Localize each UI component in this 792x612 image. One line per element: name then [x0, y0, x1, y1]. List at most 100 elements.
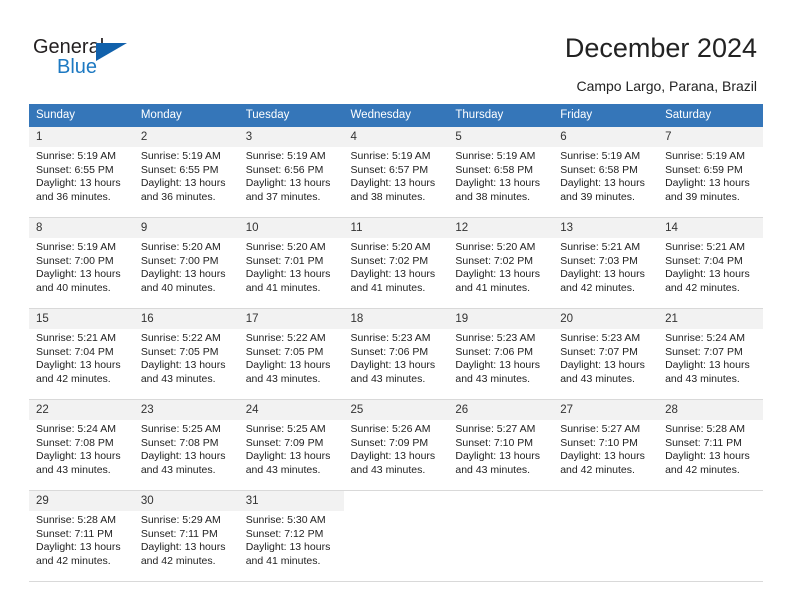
day-cell[interactable]: 17 Sunrise: 5:22 AM Sunset: 7:05 PM Dayl… — [238, 308, 344, 400]
calendar-page: General Blue December 2024 Campo Largo, … — [0, 0, 792, 612]
day-details: Sunrise: 5:19 AM Sunset: 6:58 PM Dayligh… — [553, 147, 658, 204]
day-cell[interactable]: 25 Sunrise: 5:26 AM Sunset: 7:09 PM Dayl… — [343, 399, 449, 491]
sunrise-text: Sunrise: 5:21 AM — [665, 241, 746, 253]
day-cell[interactable]: 1 Sunrise: 5:19 AM Sunset: 6:55 PM Dayli… — [29, 127, 134, 218]
sunset-text: Sunset: 7:04 PM — [665, 254, 743, 267]
day-number: 15 — [29, 309, 134, 329]
day-cell-empty — [448, 490, 554, 582]
daylight-text-line2: and 43 minutes. — [245, 372, 321, 385]
daylight-text-line1: Daylight: 13 hours — [36, 359, 121, 372]
day-cell[interactable]: 15 Sunrise: 5:21 AM Sunset: 7:04 PM Dayl… — [29, 308, 134, 400]
weekday-header-sunday: Sunday — [29, 104, 134, 127]
daylight-text-line1: Daylight: 13 hours — [455, 450, 541, 463]
sunrise-text: Sunrise: 5:23 AM — [455, 332, 536, 344]
day-number: 20 — [553, 309, 659, 329]
sunrise-text: Sunrise: 5:28 AM — [665, 423, 746, 435]
daylight-text-line2: and 43 minutes. — [455, 372, 531, 385]
weekday-header-wednesday: Wednesday — [343, 104, 449, 127]
sunset-text: Sunset: 7:09 PM — [245, 436, 324, 449]
daylight-text-line1: Daylight: 13 hours — [140, 541, 226, 554]
sunrise-text: Sunrise: 5:20 AM — [350, 241, 431, 253]
sunset-text: Sunset: 6:58 PM — [455, 163, 534, 176]
day-cell[interactable]: 20 Sunrise: 5:23 AM Sunset: 7:07 PM Dayl… — [553, 308, 659, 400]
day-number: 5 — [448, 127, 554, 147]
day-number: 12 — [448, 218, 554, 238]
day-cell[interactable]: 4 Sunrise: 5:19 AM Sunset: 6:57 PM Dayli… — [343, 127, 449, 218]
daylight-text-line2: and 43 minutes. — [350, 372, 426, 385]
day-cell[interactable]: 8 Sunrise: 5:19 AM Sunset: 7:00 PM Dayli… — [29, 217, 134, 309]
sunrise-text: Sunrise: 5:25 AM — [140, 423, 221, 435]
daylight-text-line2: and 43 minutes. — [455, 463, 531, 476]
sunrise-text: Sunrise: 5:20 AM — [245, 241, 326, 253]
day-cell[interactable]: 18 Sunrise: 5:23 AM Sunset: 7:06 PM Dayl… — [343, 308, 449, 400]
day-number: 14 — [658, 218, 763, 238]
day-cell[interactable]: 7 Sunrise: 5:19 AM Sunset: 6:59 PM Dayli… — [658, 127, 763, 218]
day-details: Sunrise: 5:19 AM Sunset: 6:57 PM Dayligh… — [344, 147, 449, 204]
daylight-text-line2: and 43 minutes. — [140, 372, 216, 385]
day-cell[interactable]: 6 Sunrise: 5:19 AM Sunset: 6:58 PM Dayli… — [553, 127, 659, 218]
day-cell[interactable]: 21 Sunrise: 5:24 AM Sunset: 7:07 PM Dayl… — [658, 308, 763, 400]
daylight-text-line2: and 42 minutes. — [665, 463, 740, 476]
day-details: Sunrise: 5:20 AM Sunset: 7:02 PM Dayligh… — [448, 238, 553, 295]
day-number: 30 — [133, 491, 239, 511]
daylight-text-line1: Daylight: 13 hours — [350, 177, 436, 190]
day-cell[interactable]: 28 Sunrise: 5:28 AM Sunset: 7:11 PM Dayl… — [658, 399, 763, 491]
day-number: 10 — [238, 218, 344, 238]
day-cell[interactable]: 9 Sunrise: 5:20 AM Sunset: 7:00 PM Dayli… — [133, 217, 239, 309]
daylight-text-line2: and 37 minutes. — [245, 190, 321, 203]
sunrise-text: Sunrise: 5:26 AM — [350, 423, 431, 435]
day-number: 8 — [29, 218, 134, 238]
day-cell[interactable]: 3 Sunrise: 5:19 AM Sunset: 6:56 PM Dayli… — [238, 127, 344, 218]
day-details: Sunrise: 5:19 AM Sunset: 6:56 PM Dayligh… — [239, 147, 344, 204]
day-cell[interactable]: 29 Sunrise: 5:28 AM Sunset: 7:11 PM Dayl… — [29, 490, 134, 582]
day-number: 23 — [133, 400, 239, 420]
daylight-text-line2: and 41 minutes. — [455, 281, 531, 294]
sunrise-text: Sunrise: 5:20 AM — [455, 241, 536, 253]
day-number — [448, 491, 554, 511]
day-cell[interactable]: 23 Sunrise: 5:25 AM Sunset: 7:08 PM Dayl… — [133, 399, 239, 491]
day-cell[interactable]: 30 Sunrise: 5:29 AM Sunset: 7:11 PM Dayl… — [133, 490, 239, 582]
brand-logo[interactable]: General Blue — [33, 36, 153, 82]
day-number: 3 — [238, 127, 344, 147]
day-cell[interactable]: 11 Sunrise: 5:20 AM Sunset: 7:02 PM Dayl… — [343, 217, 449, 309]
day-cell[interactable]: 19 Sunrise: 5:23 AM Sunset: 7:06 PM Dayl… — [448, 308, 554, 400]
sunrise-text: Sunrise: 5:19 AM — [36, 241, 116, 253]
day-cell[interactable]: 14 Sunrise: 5:21 AM Sunset: 7:04 PM Dayl… — [658, 217, 763, 309]
day-details: Sunrise: 5:28 AM Sunset: 7:11 PM Dayligh… — [29, 511, 134, 568]
day-cell[interactable]: 22 Sunrise: 5:24 AM Sunset: 7:08 PM Dayl… — [29, 399, 134, 491]
sunrise-text: Sunrise: 5:27 AM — [455, 423, 536, 435]
day-number: 1 — [29, 127, 134, 147]
day-cell[interactable]: 12 Sunrise: 5:20 AM Sunset: 7:02 PM Dayl… — [448, 217, 554, 309]
sunset-text: Sunset: 7:02 PM — [455, 254, 534, 267]
daylight-text-line2: and 43 minutes. — [350, 463, 426, 476]
sunset-text: Sunset: 6:59 PM — [665, 163, 743, 176]
day-cell[interactable]: 26 Sunrise: 5:27 AM Sunset: 7:10 PM Dayl… — [448, 399, 554, 491]
day-number: 28 — [658, 400, 763, 420]
sunset-text: Sunset: 7:07 PM — [560, 345, 638, 358]
sunset-text: Sunset: 7:11 PM — [665, 436, 742, 449]
sunrise-text: Sunrise: 5:19 AM — [350, 150, 431, 162]
day-details: Sunrise: 5:30 AM Sunset: 7:12 PM Dayligh… — [239, 511, 344, 568]
sunset-text: Sunset: 7:10 PM — [455, 436, 534, 449]
day-details: Sunrise: 5:23 AM Sunset: 7:06 PM Dayligh… — [448, 329, 553, 386]
daylight-text-line1: Daylight: 13 hours — [140, 450, 226, 463]
day-details: Sunrise: 5:23 AM Sunset: 7:06 PM Dayligh… — [344, 329, 449, 386]
weekday-header-saturday: Saturday — [658, 104, 763, 127]
day-cell-empty — [658, 490, 763, 582]
day-cell[interactable]: 10 Sunrise: 5:20 AM Sunset: 7:01 PM Dayl… — [238, 217, 344, 309]
day-cell-empty — [343, 490, 449, 582]
sunset-text: Sunset: 7:05 PM — [140, 345, 219, 358]
day-cell[interactable]: 16 Sunrise: 5:22 AM Sunset: 7:05 PM Dayl… — [133, 308, 239, 400]
day-cell[interactable]: 13 Sunrise: 5:21 AM Sunset: 7:03 PM Dayl… — [553, 217, 659, 309]
day-cell[interactable]: 24 Sunrise: 5:25 AM Sunset: 7:09 PM Dayl… — [238, 399, 344, 491]
sunrise-text: Sunrise: 5:29 AM — [140, 514, 221, 526]
day-number: 29 — [29, 491, 134, 511]
day-cell[interactable]: 27 Sunrise: 5:27 AM Sunset: 7:10 PM Dayl… — [553, 399, 659, 491]
daylight-text-line1: Daylight: 13 hours — [140, 268, 226, 281]
day-cell[interactable]: 5 Sunrise: 5:19 AM Sunset: 6:58 PM Dayli… — [448, 127, 554, 218]
day-cell[interactable]: 31 Sunrise: 5:30 AM Sunset: 7:12 PM Dayl… — [238, 490, 344, 582]
sunset-text: Sunset: 7:00 PM — [140, 254, 219, 267]
day-cell[interactable]: 2 Sunrise: 5:19 AM Sunset: 6:55 PM Dayli… — [133, 127, 239, 218]
sunset-text: Sunset: 7:01 PM — [245, 254, 324, 267]
day-details: Sunrise: 5:21 AM Sunset: 7:04 PM Dayligh… — [658, 238, 763, 295]
